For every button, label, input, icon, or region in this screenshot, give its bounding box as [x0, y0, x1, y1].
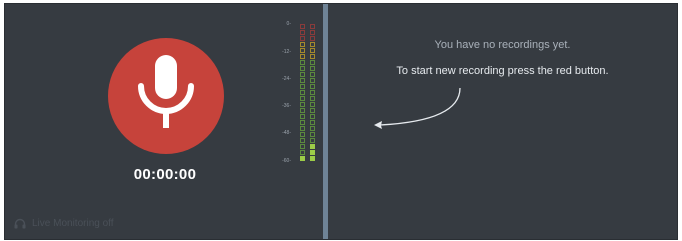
meter-segment [300, 102, 305, 107]
meter-segment [310, 84, 315, 89]
level-meter: 0- -12- -24- -36- -48- -60- [275, 18, 325, 168]
meter-scale-48: -48- [282, 130, 291, 136]
meter-segment [310, 66, 315, 71]
meter-segment [310, 48, 315, 53]
meter-segment [310, 132, 315, 137]
live-monitoring-label: Live Monitoring off [32, 218, 114, 229]
hint-arrow-icon [374, 87, 461, 129]
meter-segment [310, 156, 315, 161]
meter-segment [310, 54, 315, 59]
meter-segment [300, 42, 305, 47]
live-monitoring-toggle[interactable]: Live Monitoring off [14, 218, 114, 229]
meter-segment [300, 108, 305, 113]
meter-segment [310, 108, 315, 113]
meter-segment [310, 150, 315, 155]
meter-segment [300, 72, 305, 77]
meter-scale-36: -36- [282, 103, 291, 109]
meter-segment [300, 24, 305, 29]
meter-segment [300, 120, 305, 125]
meter-segment [300, 54, 305, 59]
meter-segment [300, 84, 305, 89]
meter-segment [310, 24, 315, 29]
recordings-panel: You have no recordings yet. To start new… [328, 4, 677, 239]
meter-segment [310, 36, 315, 41]
meter-segment [310, 42, 315, 47]
meter-segment [300, 126, 305, 131]
empty-recordings-message: You have no recordings yet. [434, 39, 571, 51]
meter-segment [310, 138, 315, 143]
meter-segment [310, 60, 315, 65]
meter-segment [300, 96, 305, 101]
recording-timer: 00:00:00 [133, 166, 197, 183]
meter-segment [300, 114, 305, 119]
meter-segment [310, 102, 315, 107]
meter-scale-24: -24- [282, 76, 291, 82]
meter-segment [300, 48, 305, 53]
meter-segment [300, 156, 305, 161]
meter-scale-0: 0- [286, 21, 291, 27]
meter-scale-12: -12- [282, 49, 291, 55]
meter-segment [310, 126, 315, 131]
meter-segment [300, 90, 305, 95]
meter-scale-60: -60- [282, 158, 291, 164]
headphones-icon [14, 218, 26, 229]
meter-segment [300, 138, 305, 143]
meter-segment [310, 72, 315, 77]
meter-segment [300, 150, 305, 155]
meter-segment [300, 144, 305, 149]
meter-segment [300, 36, 305, 41]
meter-segment [310, 30, 315, 35]
meter-segment [310, 144, 315, 149]
meter-segment [310, 114, 315, 119]
meter-segment [300, 30, 305, 35]
meter-segment [310, 120, 315, 125]
meter-segment [300, 60, 305, 65]
meter-segment [310, 78, 315, 83]
meter-segment [300, 78, 305, 83]
meter-segment [300, 66, 305, 71]
meter-segment [300, 132, 305, 137]
recorder-app: 00:00:00 Live Monitoring off 0- -12- -24… [4, 3, 678, 240]
recorder-panel: 00:00:00 Live Monitoring off 0- -12- -24… [5, 4, 323, 239]
meter-segment [310, 90, 315, 95]
record-hint-message: To start new recording press the red but… [396, 65, 609, 77]
microphone-icon [138, 55, 194, 128]
meter-segment [310, 96, 315, 101]
record-button[interactable] [108, 38, 224, 154]
